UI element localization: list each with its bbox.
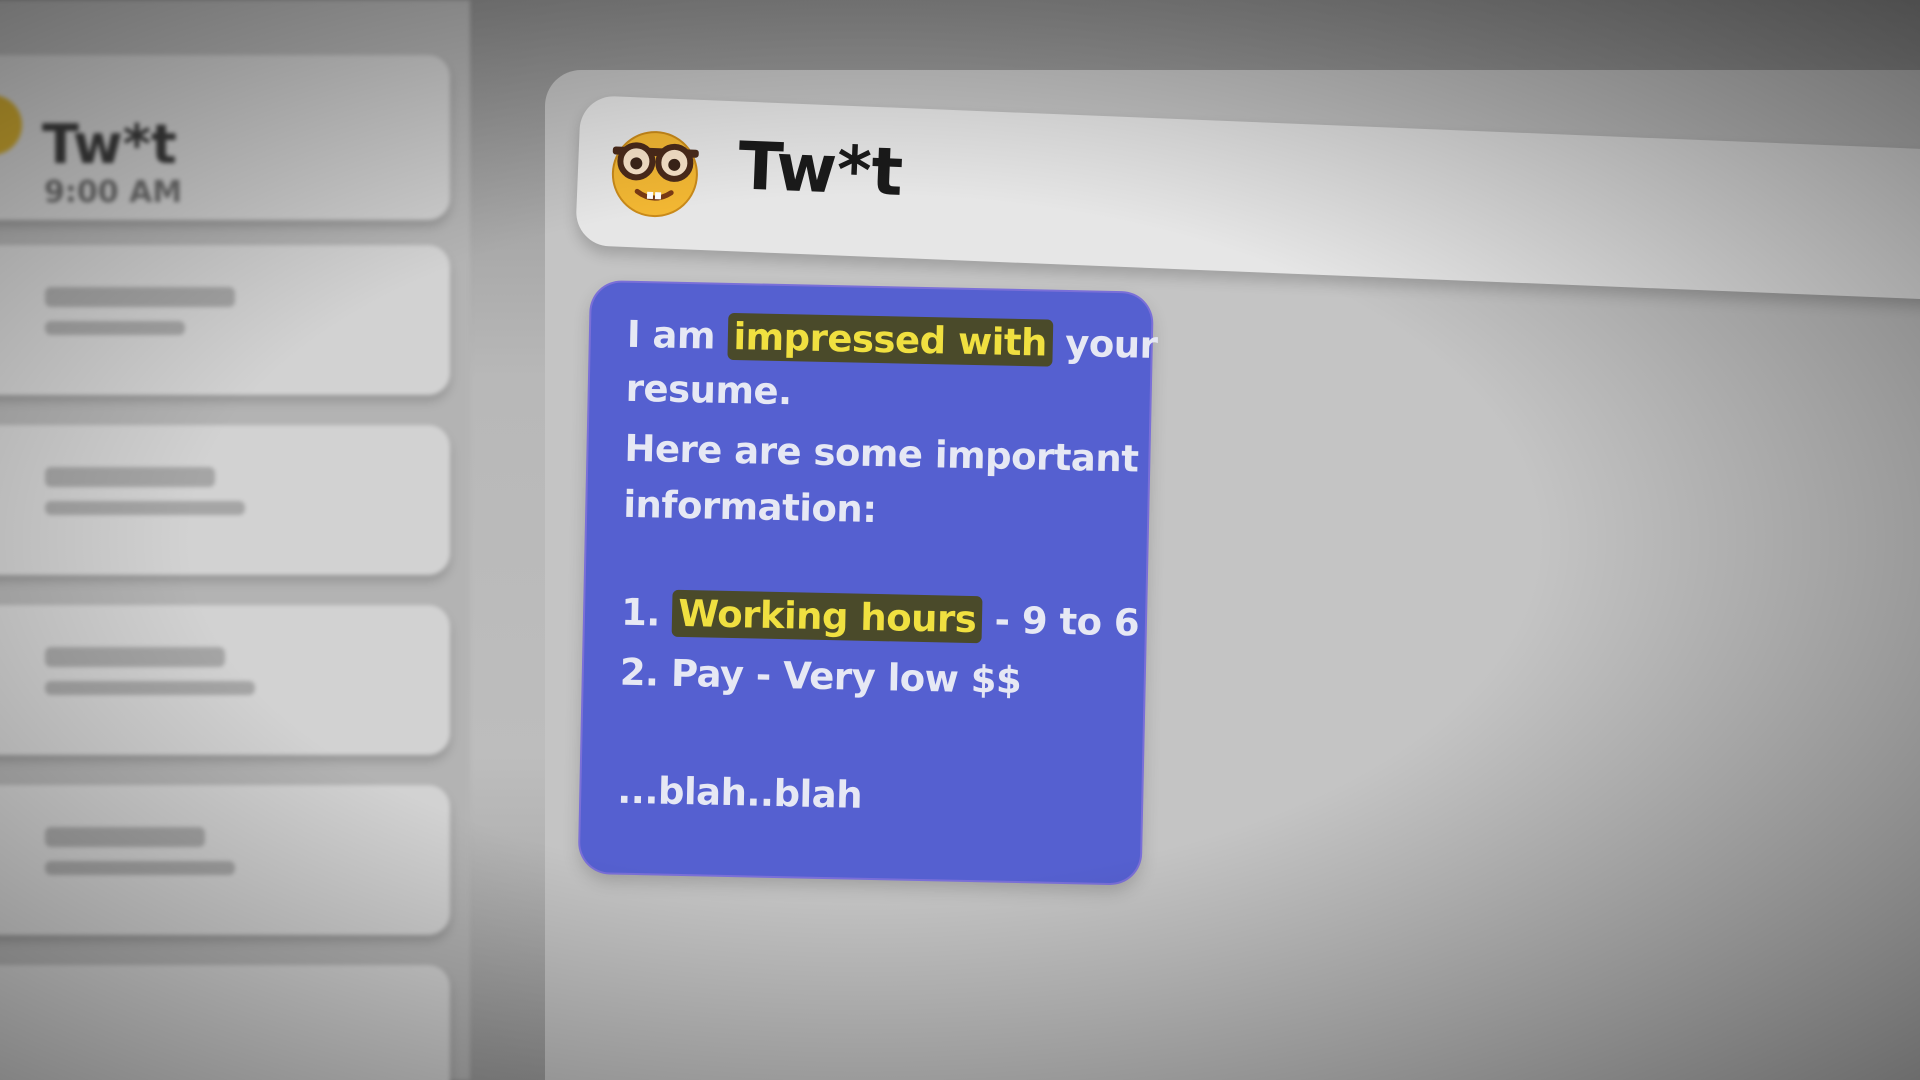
placeholder-line <box>45 467 215 487</box>
message-text: your <box>1052 321 1158 367</box>
message-line: ...blah..blah <box>616 768 863 817</box>
chat-list-item[interactable] <box>0 425 450 575</box>
contact-name: Tw*t <box>736 127 905 212</box>
message-line: Here are some important <box>624 426 1139 481</box>
placeholder-line <box>45 501 245 515</box>
chat-list-item[interactable] <box>0 245 450 395</box>
chat-list-item[interactable] <box>0 965 450 1080</box>
chat-list-item[interactable]: Tw*t 9:00 AM <box>0 55 450 220</box>
highlighted-text: Working hours <box>671 589 983 644</box>
placeholder-line <box>45 647 225 667</box>
chat-list-sidebar: Tw*t 9:00 AM <box>0 0 470 1080</box>
message-bubble: I am impressed with your resume. Here ar… <box>579 282 1158 884</box>
message-line: I am impressed with your <box>626 313 1157 367</box>
placeholder-line <box>45 681 255 695</box>
chat-list-item[interactable] <box>0 785 450 935</box>
placeholder-line <box>45 287 235 307</box>
chat-app-screen: Tw*t 9:00 AM Tw*t I am impressed with yo… <box>0 0 1920 1080</box>
message-line: 1. Working hours - 9 to 6 <box>620 589 1140 645</box>
highlighted-text: impressed with <box>726 312 1054 367</box>
chat-list-item[interactable] <box>0 605 450 755</box>
message-line: information: <box>622 482 877 532</box>
message-text: - 9 to 6 <box>981 598 1140 645</box>
nerd-face-icon <box>602 118 708 220</box>
placeholder-line <box>45 827 205 847</box>
message-line: resume. <box>625 366 793 414</box>
message-text: 1. <box>620 590 673 635</box>
placeholder-line <box>45 321 185 335</box>
chat-list-item-name: Tw*t <box>42 113 177 176</box>
nerd-face-icon <box>0 95 22 155</box>
chat-list-item-time: 9:00 AM <box>44 175 183 210</box>
message-text: I am <box>626 312 728 358</box>
message-line: 2. Pay - Very low $$ <box>619 650 1022 703</box>
placeholder-line <box>45 861 235 875</box>
